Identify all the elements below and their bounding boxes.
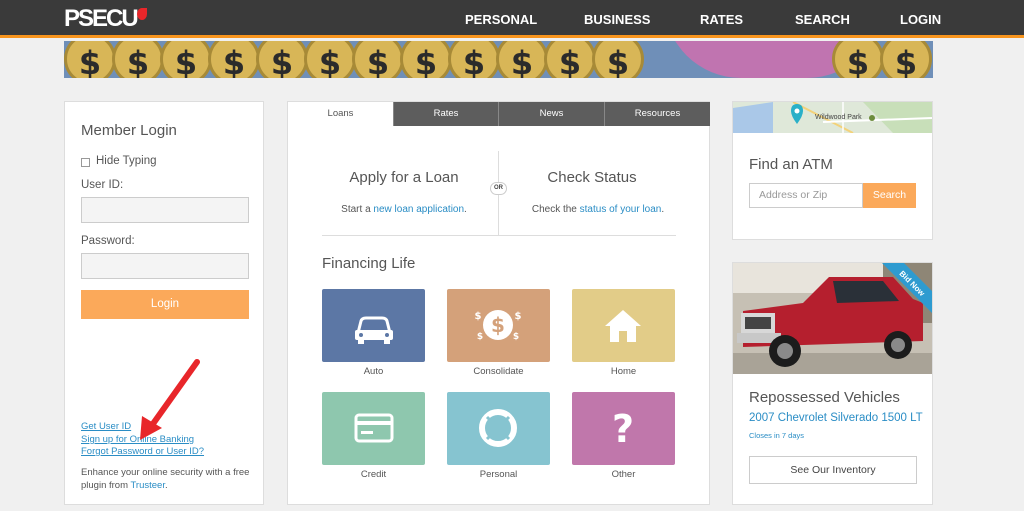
other-tile[interactable]: ? (572, 392, 675, 465)
other-label: Other (611, 469, 636, 480)
home-tile[interactable] (572, 289, 675, 362)
loans-panel: Loans Rates News Resources Apply for a L… (287, 101, 710, 505)
home-label: Home (610, 366, 637, 377)
get-user-id-link[interactable]: Get User ID (81, 421, 131, 432)
forgot-password-link[interactable]: Forgot Password or User ID? (81, 446, 204, 457)
svg-text:$: $ (491, 313, 505, 337)
credit-label: Credit (360, 469, 387, 480)
apply-pre: Start a (341, 204, 374, 215)
red-arrow-annotation (140, 359, 200, 440)
status-post: . (661, 204, 665, 215)
tab-resources[interactable]: Resources (604, 102, 710, 126)
repossessed-vehicles-panel: Bid Now Repossessed Vehicles 2007 Chevro… (732, 262, 933, 505)
logo-leaf-icon (136, 8, 147, 20)
auto-label: Auto (363, 366, 384, 377)
consolidate-tile[interactable]: $ $ $ $ $ (447, 289, 550, 362)
personal-label: Personal (479, 469, 518, 480)
loan-status-link[interactable]: status of your loan (580, 204, 662, 215)
login-button[interactable]: Login (81, 290, 249, 319)
atm-search-button[interactable]: Search (863, 183, 916, 208)
question-mark-icon: ? (612, 407, 634, 451)
nav-rates[interactable]: RATES (700, 12, 743, 27)
password-label: Password: (81, 235, 135, 247)
consolidate-dollar-icon: $ $ $ $ $ (475, 310, 522, 342)
nav-login[interactable]: LOGIN (900, 12, 941, 27)
apply-loan-title: Apply for a Loan (349, 169, 459, 186)
coin-icon: $ (304, 41, 356, 78)
status-pre: Check the (531, 204, 580, 215)
coin-icon: $ (592, 41, 644, 78)
find-atm-panel: Wildwood Park Find an ATM Address or Zip… (732, 101, 933, 240)
see-inventory-button[interactable]: See Our Inventory (749, 456, 917, 484)
hide-typing-checkbox[interactable] (81, 158, 90, 167)
top-nav-bar: PSECU PERSONAL BUSINESS RATES SEARCH LOG… (0, 0, 1024, 38)
svg-text:?: ? (612, 407, 634, 451)
svg-text:$: $ (513, 332, 519, 342)
section-divider (322, 235, 676, 236)
hide-typing-label[interactable]: Hide Typing (96, 155, 157, 167)
or-badge: OR (490, 182, 507, 195)
coin-icon: $ (208, 41, 260, 78)
tab-bar: Loans Rates News Resources (288, 102, 710, 126)
svg-text:$: $ (477, 332, 483, 342)
repossessed-vehicles-title: Repossessed Vehicles (749, 389, 900, 406)
coin-icon: $ (64, 41, 116, 78)
coin-icon: $ (112, 41, 164, 78)
atm-map[interactable]: Wildwood Park (733, 102, 932, 133)
closes-in-text: Closes in 7 days (749, 431, 805, 440)
apply-post: . (464, 204, 467, 215)
life-ring-icon (479, 409, 517, 447)
svg-text:$: $ (475, 311, 482, 322)
credit-tile[interactable] (322, 392, 425, 465)
new-loan-application-link[interactable]: new loan application (373, 204, 464, 215)
vehicle-link[interactable]: 2007 Chevrolet Silverado 1500 LT (749, 412, 923, 424)
auto-tile[interactable] (322, 289, 425, 362)
user-id-label: User ID: (81, 179, 124, 191)
find-atm-title: Find an ATM (749, 156, 833, 173)
trusteer-link[interactable]: Trusteer (130, 480, 165, 491)
tab-news[interactable]: News (498, 102, 604, 126)
coin-icon: $ (160, 41, 212, 78)
check-status-title: Check Status (547, 169, 637, 186)
coin-icon: $ (832, 41, 884, 78)
tab-loans[interactable]: Loans (288, 102, 393, 126)
credit-card-icon (354, 413, 394, 443)
nav-business[interactable]: BUSINESS (584, 12, 650, 27)
map-label: Wildwood Park (815, 114, 862, 121)
member-login-panel: Member Login Hide Typing User ID: Passwo… (64, 101, 264, 505)
psecu-logo[interactable]: PSECU (64, 5, 147, 33)
tab-rates[interactable]: Rates (393, 102, 498, 126)
check-status-subtext: Check the status of your loan. (510, 204, 686, 215)
apply-loan-subtext: Start a new loan application. (312, 204, 496, 215)
user-id-input[interactable] (81, 197, 249, 223)
address-zip-input[interactable]: Address or Zip (749, 183, 863, 208)
security-notice: Enhance your online security with a free… (81, 466, 256, 492)
coin-icon: $ (544, 41, 596, 78)
hero-banner: $ $ $ $ $ $ $ $ $ $ $ $ $ $ (64, 41, 933, 78)
car-icon (355, 316, 393, 344)
coin-icon: $ (352, 41, 404, 78)
coin-icon: $ (448, 41, 500, 78)
coin-icon: $ (256, 41, 308, 78)
nav-personal[interactable]: PERSONAL (465, 12, 537, 27)
nav-search[interactable]: SEARCH (795, 12, 850, 27)
coin-icon: $ (400, 41, 452, 78)
password-input[interactable] (81, 253, 249, 279)
house-icon (605, 310, 641, 342)
logo-text: PSECU (64, 5, 139, 32)
vehicle-photo[interactable]: Bid Now (733, 263, 932, 374)
coin-icon: $ (880, 41, 932, 78)
personal-tile[interactable] (447, 392, 550, 465)
financing-life-title: Financing Life (322, 255, 416, 272)
member-login-title: Member Login (81, 122, 177, 139)
coin-icon: $ (496, 41, 548, 78)
consolidate-label: Consolidate (473, 366, 524, 377)
svg-text:$: $ (515, 311, 522, 322)
security-notice-period: . (164, 480, 168, 491)
